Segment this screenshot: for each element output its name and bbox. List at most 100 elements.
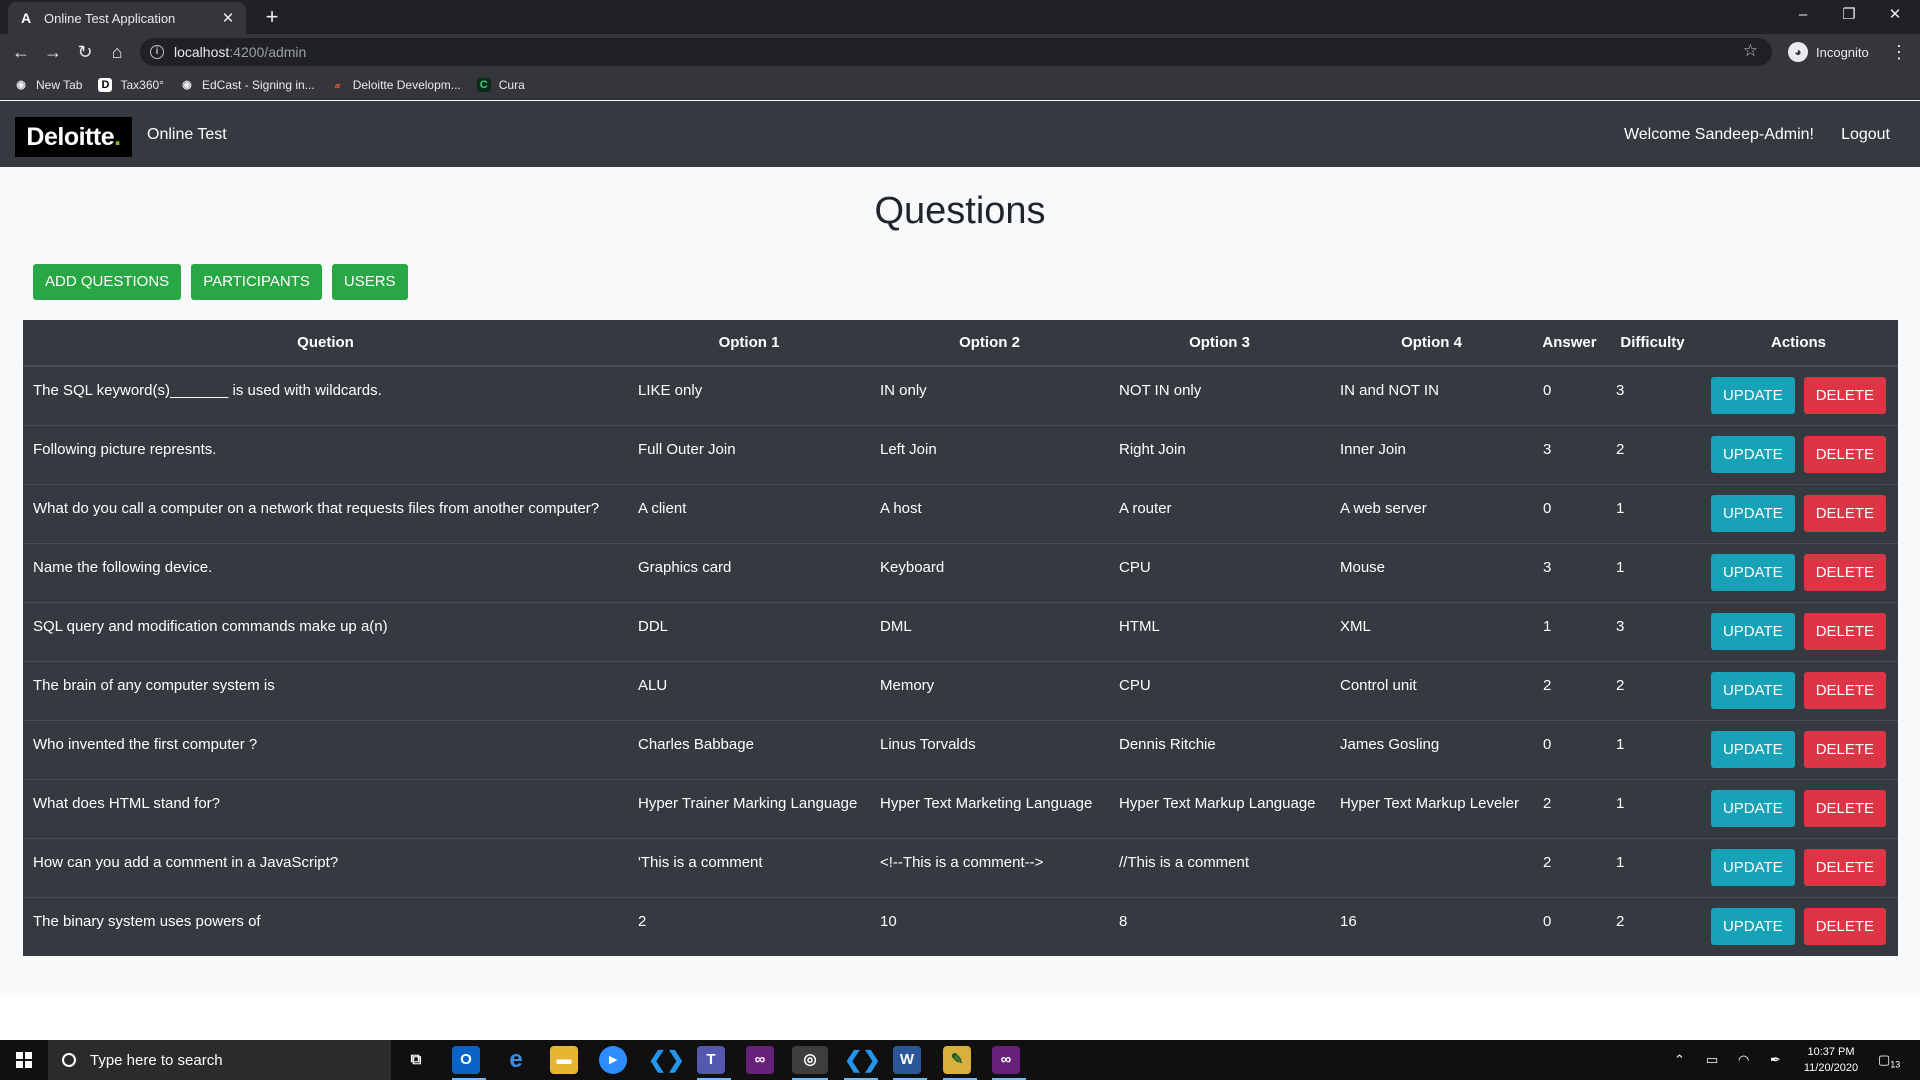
taskbar-search-input[interactable]: Type here to search bbox=[48, 1040, 391, 1080]
brand-link[interactable]: Online Test bbox=[147, 126, 227, 144]
page-footer-area bbox=[0, 993, 1920, 1040]
difficulty-cell: 1 bbox=[1606, 719, 1699, 779]
option2-cell: Memory bbox=[870, 660, 1109, 720]
participants-button[interactable]: PARTICIPANTS bbox=[191, 264, 322, 300]
option1-cell: 2 bbox=[628, 896, 870, 956]
task-view-icon[interactable]: ⧉ bbox=[402, 1046, 430, 1074]
difficulty-cell: 1 bbox=[1606, 483, 1699, 543]
zoom-icon[interactable]: ▸ bbox=[599, 1046, 627, 1074]
welcome-text: Welcome Sandeep-Admin! bbox=[1623, 126, 1814, 143]
edge-icon[interactable]: e bbox=[502, 1046, 530, 1074]
bookmark-star-icon[interactable]: ☆ bbox=[1743, 41, 1758, 61]
incognito-indicator[interactable]: ◕ Incognito bbox=[1788, 40, 1869, 64]
update-button[interactable]: UPDATE bbox=[1710, 553, 1795, 591]
table-row: Following picture represnts. Full Outer … bbox=[23, 424, 1898, 484]
vscode-icon[interactable]: ❮❯ bbox=[844, 1046, 881, 1074]
update-button[interactable]: UPDATE bbox=[1710, 494, 1795, 532]
option3-cell: NOT IN only bbox=[1109, 365, 1330, 425]
chrome-icon[interactable]: ◎ bbox=[792, 1046, 828, 1074]
bookmark-edcast[interactable]: ◉ EdCast - Signing in... bbox=[180, 78, 315, 92]
deloitte-icon: 𝓍 bbox=[335, 78, 341, 91]
back-icon[interactable]: ← bbox=[9, 40, 33, 64]
bookmark-new-tab[interactable]: ◉ New Tab bbox=[14, 78, 82, 92]
delete-button[interactable]: DELETE bbox=[1803, 377, 1887, 414]
search-placeholder: Type here to search bbox=[90, 1051, 223, 1069]
browser-tab[interactable]: A Online Test Application ✕ bbox=[8, 2, 246, 34]
vscode-icon[interactable]: ❮❯ bbox=[648, 1046, 685, 1074]
start-button[interactable] bbox=[0, 1040, 48, 1080]
option3-cell: CPU bbox=[1109, 542, 1330, 602]
globe-icon: ◉ bbox=[16, 78, 26, 91]
bookmark-tax360[interactable]: D Tax360° bbox=[98, 77, 164, 92]
update-button[interactable]: UPDATE bbox=[1710, 907, 1795, 945]
update-button[interactable]: UPDATE bbox=[1710, 435, 1795, 473]
answer-cell: 0 bbox=[1533, 365, 1606, 425]
new-tab-button[interactable]: + bbox=[260, 6, 284, 30]
reload-icon[interactable]: ↻ bbox=[73, 40, 97, 64]
update-button[interactable]: UPDATE bbox=[1710, 789, 1795, 827]
taskbar-clock[interactable]: 10:37 PM 11/20/2020 bbox=[1800, 1044, 1862, 1076]
question-cell: How can you add a comment in a JavaScrip… bbox=[23, 837, 628, 897]
visual-studio-icon[interactable]: ∞ bbox=[992, 1046, 1020, 1074]
site-info-icon[interactable]: i bbox=[150, 45, 164, 59]
delete-button[interactable]: DELETE bbox=[1803, 494, 1887, 532]
update-button[interactable]: UPDATE bbox=[1710, 377, 1795, 414]
delete-button[interactable]: DELETE bbox=[1803, 907, 1887, 945]
option4-cell bbox=[1330, 837, 1533, 897]
deloitte-logo[interactable]: Deloitte. bbox=[15, 117, 132, 157]
python-ide-icon[interactable]: ✎ bbox=[943, 1046, 971, 1074]
action-bar: ADD QUESTIONS PARTICIPANTS USERS bbox=[33, 264, 418, 300]
update-button[interactable]: UPDATE bbox=[1710, 730, 1795, 768]
delete-button[interactable]: DELETE bbox=[1803, 435, 1887, 473]
update-button[interactable]: UPDATE bbox=[1710, 612, 1795, 650]
logout-link[interactable]: Logout bbox=[1841, 126, 1890, 144]
actions-cell: UPDATE DELETE bbox=[1699, 365, 1898, 425]
page-title: Questions bbox=[874, 190, 1046, 232]
difficulty-cell: 3 bbox=[1606, 601, 1699, 661]
wifi-icon[interactable]: ◠ bbox=[1738, 1040, 1749, 1080]
question-cell: Name the following device. bbox=[23, 542, 628, 602]
answer-cell: 2 bbox=[1533, 778, 1606, 838]
home-icon[interactable]: ⌂ bbox=[105, 40, 129, 64]
option1-cell: LIKE only bbox=[628, 365, 870, 425]
update-button[interactable]: UPDATE bbox=[1710, 671, 1795, 709]
table-row: The SQL keyword(s)_______ is used with w… bbox=[23, 365, 1898, 425]
minimize-icon[interactable]: – bbox=[1780, 0, 1826, 32]
battery-icon[interactable]: ▭ bbox=[1706, 1040, 1718, 1080]
close-tab-icon[interactable]: ✕ bbox=[220, 9, 236, 27]
outlook-icon[interactable]: O bbox=[452, 1046, 480, 1074]
delete-button[interactable]: DELETE bbox=[1803, 612, 1887, 650]
question-cell: Following picture represnts. bbox=[23, 424, 628, 484]
search-icon bbox=[62, 1053, 76, 1067]
file-explorer-icon[interactable]: ▬ bbox=[550, 1046, 578, 1074]
teams-icon[interactable]: T bbox=[697, 1046, 725, 1074]
restore-icon[interactable]: ❐ bbox=[1826, 0, 1872, 32]
delete-button[interactable]: DELETE bbox=[1803, 553, 1887, 591]
option1-cell: Graphics card bbox=[628, 542, 870, 602]
notification-icon[interactable]: ▢13 bbox=[1878, 1040, 1900, 1080]
column-header: Option 4 bbox=[1330, 320, 1533, 367]
address-bar[interactable]: i localhost:4200/admin ☆ bbox=[140, 38, 1772, 66]
table-row: Who invented the first computer ? Charle… bbox=[23, 719, 1898, 779]
add-questions-button[interactable]: ADD QUESTIONS bbox=[33, 264, 182, 300]
show-hidden-icons-icon[interactable]: ⌃ bbox=[1674, 1040, 1685, 1080]
word-icon[interactable]: W bbox=[893, 1046, 921, 1074]
forward-icon[interactable]: → bbox=[41, 40, 65, 64]
delete-button[interactable]: DELETE bbox=[1803, 671, 1887, 709]
option3-cell: Dennis Ritchie bbox=[1109, 719, 1330, 779]
option4-cell: Mouse bbox=[1330, 542, 1533, 602]
bookmark-cura[interactable]: C Cura bbox=[476, 77, 525, 92]
bookmark-label: Tax360° bbox=[120, 77, 164, 92]
question-cell: What do you call a computer on a network… bbox=[23, 483, 628, 543]
browser-menu-icon[interactable]: ⋮ bbox=[1890, 40, 1908, 64]
delete-button[interactable]: DELETE bbox=[1803, 730, 1887, 768]
pen-icon[interactable]: ✒ bbox=[1770, 1040, 1781, 1080]
delete-button[interactable]: DELETE bbox=[1803, 789, 1887, 827]
users-button[interactable]: USERS bbox=[331, 264, 408, 300]
delete-button[interactable]: DELETE bbox=[1803, 848, 1887, 886]
bookmark-deloitte-development[interactable]: 𝓍 Deloitte Developm... bbox=[331, 78, 461, 92]
visual-studio-icon[interactable]: ∞ bbox=[746, 1046, 774, 1074]
update-button[interactable]: UPDATE bbox=[1710, 848, 1795, 886]
answer-cell: 2 bbox=[1533, 660, 1606, 720]
close-window-icon[interactable]: ✕ bbox=[1872, 0, 1918, 32]
